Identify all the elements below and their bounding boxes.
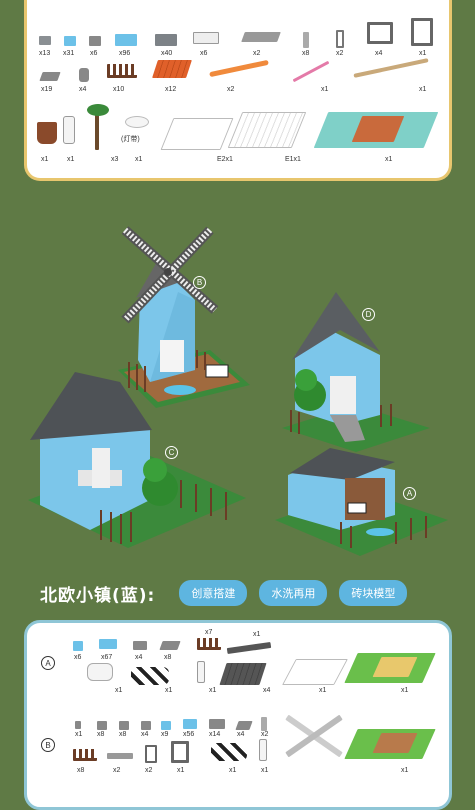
cow-figure xyxy=(211,743,247,761)
gray-brick xyxy=(119,721,129,730)
qty-label: x1 xyxy=(165,687,173,694)
qty-label: x1 xyxy=(401,767,409,774)
qty-label: x1 xyxy=(229,767,237,774)
scene-marker-d: D xyxy=(362,308,375,321)
gray-brick xyxy=(133,641,147,650)
pillar-piece xyxy=(261,717,267,731)
house-d-scene xyxy=(282,292,430,452)
base-board xyxy=(282,659,348,685)
qty-label: x4 xyxy=(237,731,245,738)
qty-label: x6 xyxy=(74,654,82,661)
qty-label: x1 xyxy=(115,687,123,694)
gray-slope-brick xyxy=(235,721,253,730)
feature-tag: 创意搭建 xyxy=(179,580,248,606)
window-frame xyxy=(145,745,157,763)
qty-label: x2 xyxy=(261,731,269,738)
kit-b-label: B xyxy=(41,738,55,752)
blue-long-brick xyxy=(183,719,197,729)
kit-contents-panel: A x6 x67 x4 x8 x7 x1 x1 x1 x1 x4 x1 x1 B… xyxy=(24,620,452,810)
gray-brick xyxy=(97,721,107,730)
gray-slope-brick xyxy=(159,641,181,650)
qty-label: x8 xyxy=(97,731,105,738)
gray-pillar xyxy=(75,721,81,729)
fence-piece xyxy=(197,638,221,650)
qty-label: x1 xyxy=(177,767,185,774)
qty-label: x7 xyxy=(205,629,213,636)
scene-marker-a: A xyxy=(403,487,416,500)
house-c-scene xyxy=(28,372,246,548)
qty-label: x4 xyxy=(141,731,149,738)
qty-label: x1 xyxy=(209,687,217,694)
gray-beam xyxy=(107,753,133,759)
feature-tag: 水洗再用 xyxy=(259,580,328,606)
barn-a-scene xyxy=(275,448,448,556)
qty-label: x8 xyxy=(164,654,172,661)
blue-brick xyxy=(161,721,171,730)
cow-figure xyxy=(131,667,169,685)
qty-label: x56 xyxy=(183,731,195,738)
glue-bottle xyxy=(259,739,267,761)
qty-label: x9 xyxy=(161,731,169,738)
qty-label: x2 xyxy=(113,767,121,774)
door-frame xyxy=(171,741,189,763)
qty-label: x1 xyxy=(253,631,261,638)
qty-label: x8 xyxy=(77,767,85,774)
fence-piece xyxy=(73,749,97,761)
qty-label: x1 xyxy=(401,687,409,694)
scene-marker-c: C xyxy=(165,446,178,459)
gray-long-brick xyxy=(209,719,225,729)
qty-label: x4 xyxy=(135,654,143,661)
roof-panel xyxy=(219,663,267,685)
blue-long-brick xyxy=(99,639,117,649)
windmill-scene xyxy=(118,226,250,408)
glue-bottle xyxy=(197,661,205,683)
product-title: 北欧小镇(蓝): xyxy=(40,585,156,606)
qty-label: x67 xyxy=(101,654,113,661)
qty-label: x2 xyxy=(145,767,153,774)
gray-beam xyxy=(226,641,272,655)
qty-label: x1 xyxy=(75,731,83,738)
gray-brick xyxy=(141,721,151,730)
qty-label: x14 xyxy=(209,731,221,738)
scene-marker-b: B xyxy=(193,276,206,289)
qty-label: x1 xyxy=(319,687,327,694)
blue-brick xyxy=(73,641,83,651)
feature-tag: 砖块模型 xyxy=(339,580,408,606)
product-title-row: 北欧小镇(蓝): 创意搭建 水洗再用 砖块模型 xyxy=(40,580,408,606)
qty-label: x4 xyxy=(263,687,271,694)
qty-label: x8 xyxy=(119,731,127,738)
kit-a-label: A xyxy=(41,656,55,670)
qty-label: x1 xyxy=(261,767,269,774)
goat-figure xyxy=(87,663,113,681)
